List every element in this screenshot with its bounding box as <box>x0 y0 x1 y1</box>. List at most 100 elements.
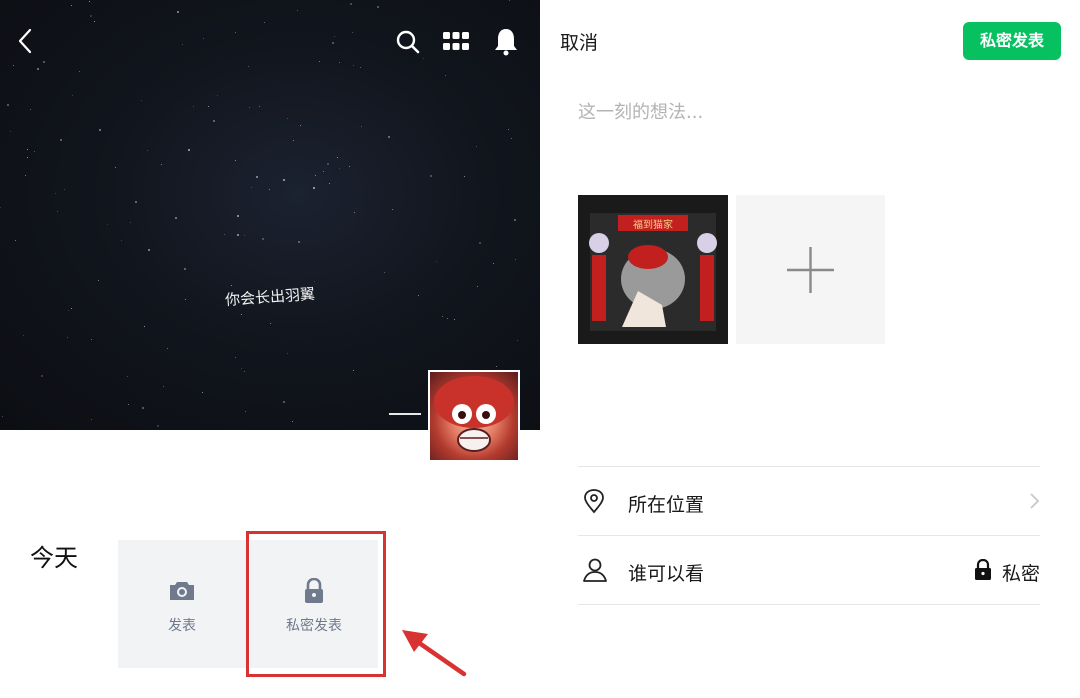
thought-input[interactable] <box>578 94 1048 130</box>
star <box>148 249 150 251</box>
star <box>514 219 516 221</box>
cover-caption: 你会长出羽翼 <box>224 284 316 310</box>
star <box>251 187 252 188</box>
star <box>293 140 294 141</box>
post-button[interactable]: 发表 <box>118 540 246 668</box>
cancel-button[interactable]: 取消 <box>560 28 598 55</box>
star <box>217 95 218 96</box>
star <box>313 187 315 189</box>
star <box>496 366 497 367</box>
star <box>298 241 300 243</box>
star <box>287 353 288 354</box>
star <box>161 164 162 165</box>
cover-photo[interactable]: 你会长出羽翼 <box>0 0 540 430</box>
star <box>241 314 242 315</box>
star <box>241 368 242 369</box>
star <box>477 286 478 287</box>
star <box>430 175 432 177</box>
star <box>130 222 131 223</box>
star <box>184 268 186 270</box>
star <box>34 151 35 152</box>
date-label-today: 今天 <box>30 544 78 572</box>
back-icon[interactable] <box>12 26 38 56</box>
visibility-row[interactable]: 谁可以看 私密 <box>578 537 1040 603</box>
star <box>68 310 69 311</box>
star <box>188 149 190 151</box>
star <box>208 106 209 107</box>
star <box>249 107 250 108</box>
star <box>269 189 270 190</box>
location-row[interactable]: 所在位置 <box>578 468 1040 534</box>
star <box>479 242 481 244</box>
star <box>384 272 385 273</box>
star <box>283 401 285 403</box>
star <box>423 58 424 59</box>
person-icon <box>582 557 608 587</box>
star <box>445 75 446 76</box>
location-pin-icon <box>582 488 606 518</box>
star <box>213 120 215 122</box>
star <box>10 131 11 132</box>
star <box>244 371 245 372</box>
star <box>91 339 92 340</box>
star <box>442 316 443 317</box>
star <box>319 61 320 62</box>
star <box>235 357 236 358</box>
star <box>509 0 510 1</box>
star <box>388 136 390 138</box>
star <box>177 11 179 13</box>
star <box>237 215 239 217</box>
star <box>163 386 164 387</box>
add-photo-button[interactable] <box>736 195 885 344</box>
star <box>142 407 144 409</box>
mini-program-grid-icon[interactable] <box>441 30 471 54</box>
avatar[interactable] <box>428 370 520 462</box>
star <box>107 224 108 225</box>
star <box>256 176 258 178</box>
star <box>37 68 39 70</box>
star <box>454 319 455 320</box>
star <box>235 32 236 33</box>
star <box>436 261 437 262</box>
star <box>224 234 225 235</box>
photo-thumbnail[interactable]: 福到猫家 <box>578 195 728 344</box>
divider <box>578 535 1040 536</box>
search-icon[interactable] <box>394 28 422 56</box>
star <box>329 183 330 184</box>
star <box>203 38 204 39</box>
thumbnail-banner-text: 福到猫家 <box>633 220 673 231</box>
star <box>353 65 354 66</box>
location-label: 所在位置 <box>628 494 705 516</box>
star <box>259 106 260 107</box>
star <box>79 71 80 72</box>
star <box>447 318 448 319</box>
star <box>464 176 465 177</box>
star <box>167 348 168 349</box>
notification-bell-icon[interactable] <box>492 26 520 56</box>
chevron-right-icon <box>1028 492 1040 514</box>
star <box>517 340 518 341</box>
red-arrow-annotation <box>398 624 472 682</box>
divider <box>578 466 1040 467</box>
star <box>283 179 285 181</box>
private-publish-button[interactable]: 私密发表 <box>963 22 1061 60</box>
star <box>182 44 183 45</box>
star <box>323 171 324 172</box>
star <box>43 61 45 63</box>
star <box>99 129 101 131</box>
divider <box>578 604 1040 605</box>
star <box>327 163 329 165</box>
star <box>27 157 28 158</box>
star <box>297 10 298 11</box>
star <box>476 146 477 147</box>
star <box>98 280 99 281</box>
star <box>71 5 72 6</box>
star <box>511 138 512 139</box>
star <box>202 392 203 393</box>
star <box>360 67 361 68</box>
lock-icon <box>974 558 992 585</box>
star <box>2 416 3 417</box>
star <box>270 323 271 324</box>
plus-icon <box>787 247 834 293</box>
star <box>121 240 122 241</box>
